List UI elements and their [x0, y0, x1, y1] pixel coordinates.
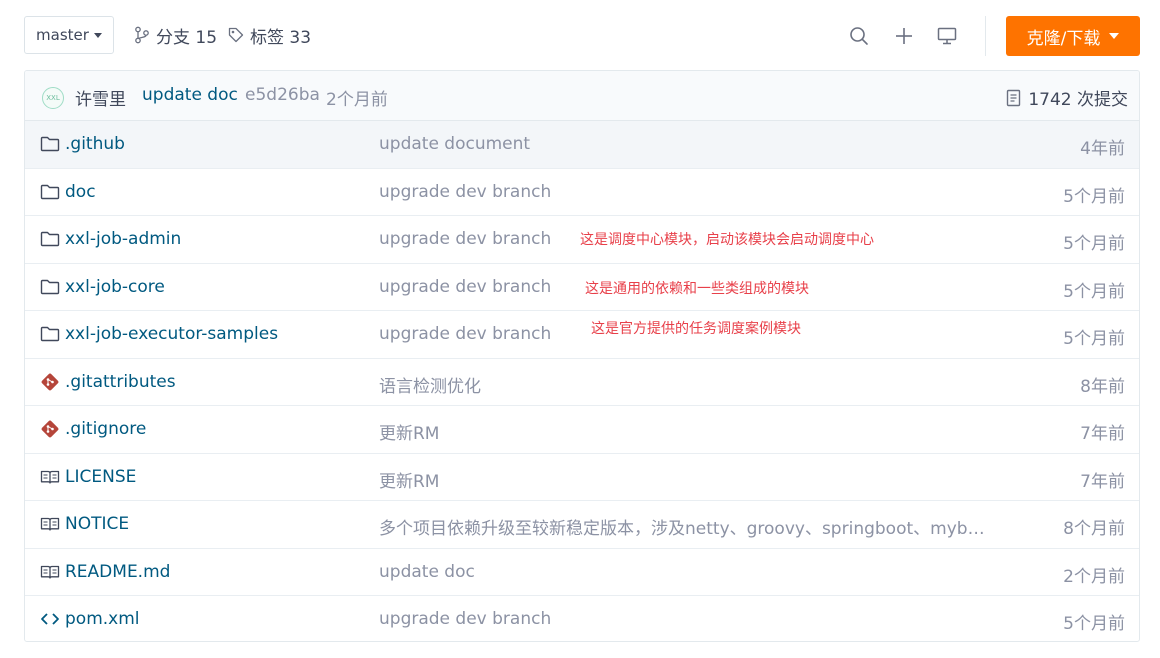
book-icon — [40, 514, 60, 534]
file-commit-time: 5个月前 — [1063, 186, 1125, 207]
branches-link[interactable]: 分支 15 — [134, 22, 217, 48]
git-file-icon — [40, 419, 60, 439]
book-icon — [40, 467, 60, 487]
file-commit-message[interactable]: upgrade dev branch — [379, 229, 551, 249]
commit-author[interactable]: 许雪里 — [75, 85, 126, 110]
file-row[interactable]: .gitattributes 语言检测优化 8年前 — [25, 359, 1139, 406]
file-commit-message[interactable]: update document — [379, 134, 530, 154]
file-row[interactable]: .gitignore 更新RM 7年前 — [25, 406, 1139, 454]
file-commit-time: 4年前 — [1080, 139, 1125, 159]
file-commit-message[interactable]: 更新RM — [379, 467, 439, 492]
folder-icon — [40, 182, 60, 202]
commit-count-label: 1742 次提交 — [1028, 90, 1128, 110]
branch-selector-label: master — [36, 26, 89, 44]
branch-icon — [135, 26, 149, 44]
search-icon[interactable] — [848, 25, 870, 47]
caret-down-icon — [1109, 33, 1120, 39]
book-icon — [40, 562, 60, 582]
caret-down-icon — [93, 32, 102, 38]
plus-icon[interactable] — [893, 25, 915, 47]
tags-label: 标签 33 — [250, 27, 312, 48]
file-name-link[interactable]: LICENSE — [65, 467, 136, 487]
file-name-link[interactable]: xxl-job-core — [65, 277, 165, 297]
last-commit-bar: XXL 许雪里 update doc e5d26ba 2个月前 1742 次提交 — [25, 71, 1139, 121]
file-commit-time: 5个月前 — [1063, 329, 1125, 349]
file-commit-time: 7年前 — [1080, 471, 1125, 492]
file-name-link[interactable]: .github — [65, 134, 125, 154]
file-name-link[interactable]: README.md — [65, 562, 170, 582]
commit-message[interactable]: update doc — [142, 85, 238, 105]
branch-selector[interactable]: master — [24, 16, 114, 54]
clone-download-label: 克隆/下载 — [1026, 28, 1101, 49]
file-list: .github update document 4年前 doc upgrade dev … — [25, 121, 1139, 641]
file-name-link[interactable]: NOTICE — [65, 514, 129, 534]
annotation-samples: 这是官方提供的任务调度案例模块 — [591, 321, 801, 337]
file-row[interactable]: pom.xml upgrade dev branch 5个月前 — [25, 596, 1139, 641]
file-commit-time: 5个月前 — [1063, 234, 1125, 254]
file-name-link[interactable]: xxl-job-executor-samples — [65, 324, 278, 344]
file-commit-time: 8个月前 — [1063, 519, 1125, 539]
toolbar-divider — [985, 16, 986, 56]
file-name-link[interactable]: .gitignore — [65, 419, 146, 439]
file-commit-time: 8年前 — [1080, 376, 1125, 397]
monitor-icon[interactable] — [936, 25, 958, 47]
file-name-link[interactable]: .gitattributes — [65, 372, 176, 392]
folder-icon — [40, 134, 60, 154]
folder-icon — [40, 324, 60, 344]
tag-icon — [228, 27, 244, 43]
file-commit-message[interactable]: upgrade dev branch — [379, 182, 551, 202]
commit-time: 2个月前 — [326, 90, 388, 110]
file-commit-message[interactable]: upgrade dev branch — [379, 324, 551, 344]
file-row[interactable]: NOTICE 多个项目依赖升级至较新稳定版本，涉及netty、groovy、spr… — [25, 501, 1139, 549]
file-name-link[interactable]: xxl-job-admin — [65, 229, 181, 249]
file-row[interactable]: LICENSE 更新RM 7年前 — [25, 454, 1139, 501]
commit-history-icon — [1007, 89, 1021, 106]
annotation-core: 这是通用的依赖和一些类组成的模块 — [585, 281, 809, 297]
avatar[interactable]: XXL — [42, 87, 64, 109]
file-row[interactable]: .github update document 4年前 — [25, 121, 1139, 169]
file-row[interactable]: README.md update doc 2个月前 — [25, 549, 1139, 596]
file-row[interactable]: xxl-job-executor-samples upgrade dev bran… — [25, 311, 1139, 359]
folder-icon — [40, 277, 60, 297]
file-commit-message[interactable]: 更新RM — [379, 419, 439, 444]
file-commit-time: 2个月前 — [1063, 566, 1125, 587]
file-commit-time: 5个月前 — [1063, 281, 1125, 302]
branches-label: 分支 15 — [156, 27, 218, 48]
clone-download-button[interactable]: 克隆/下载 — [1006, 16, 1140, 56]
file-row[interactable]: doc upgrade dev branch 5个月前 — [25, 169, 1139, 216]
code-icon — [40, 609, 60, 629]
file-commit-message[interactable]: 语言检测优化 — [379, 372, 481, 397]
file-commit-time: 5个月前 — [1063, 614, 1125, 634]
git-file-icon — [40, 372, 60, 392]
file-name-link[interactable]: pom.xml — [65, 609, 140, 629]
repo-toolbar: master 分支 15 标签 33 克隆/下载 — [0, 0, 1160, 70]
file-tree: XXL 许雪里 update doc e5d26ba 2个月前 1742 次提交… — [24, 70, 1140, 642]
file-commit-time: 7年前 — [1080, 424, 1125, 444]
file-commit-message[interactable]: update doc — [379, 562, 475, 582]
file-commit-message[interactable]: upgrade dev branch — [379, 609, 551, 629]
tags-link[interactable]: 标签 33 — [228, 22, 311, 48]
annotation-admin: 这是调度中心模块，启动该模块会启动调度中心 — [580, 232, 874, 248]
file-row[interactable]: xxl-job-core upgrade dev branch 5个月前 — [25, 264, 1139, 311]
commit-sha[interactable]: e5d26ba — [245, 85, 320, 105]
file-commit-message[interactable]: 多个项目依赖升级至较新稳定版本，涉及netty、groovy、springboo… — [379, 514, 989, 539]
folder-icon — [40, 229, 60, 249]
file-name-link[interactable]: doc — [65, 182, 96, 202]
commit-count-link[interactable]: 1742 次提交 — [1006, 85, 1128, 110]
file-commit-message[interactable]: upgrade dev branch — [379, 277, 551, 297]
